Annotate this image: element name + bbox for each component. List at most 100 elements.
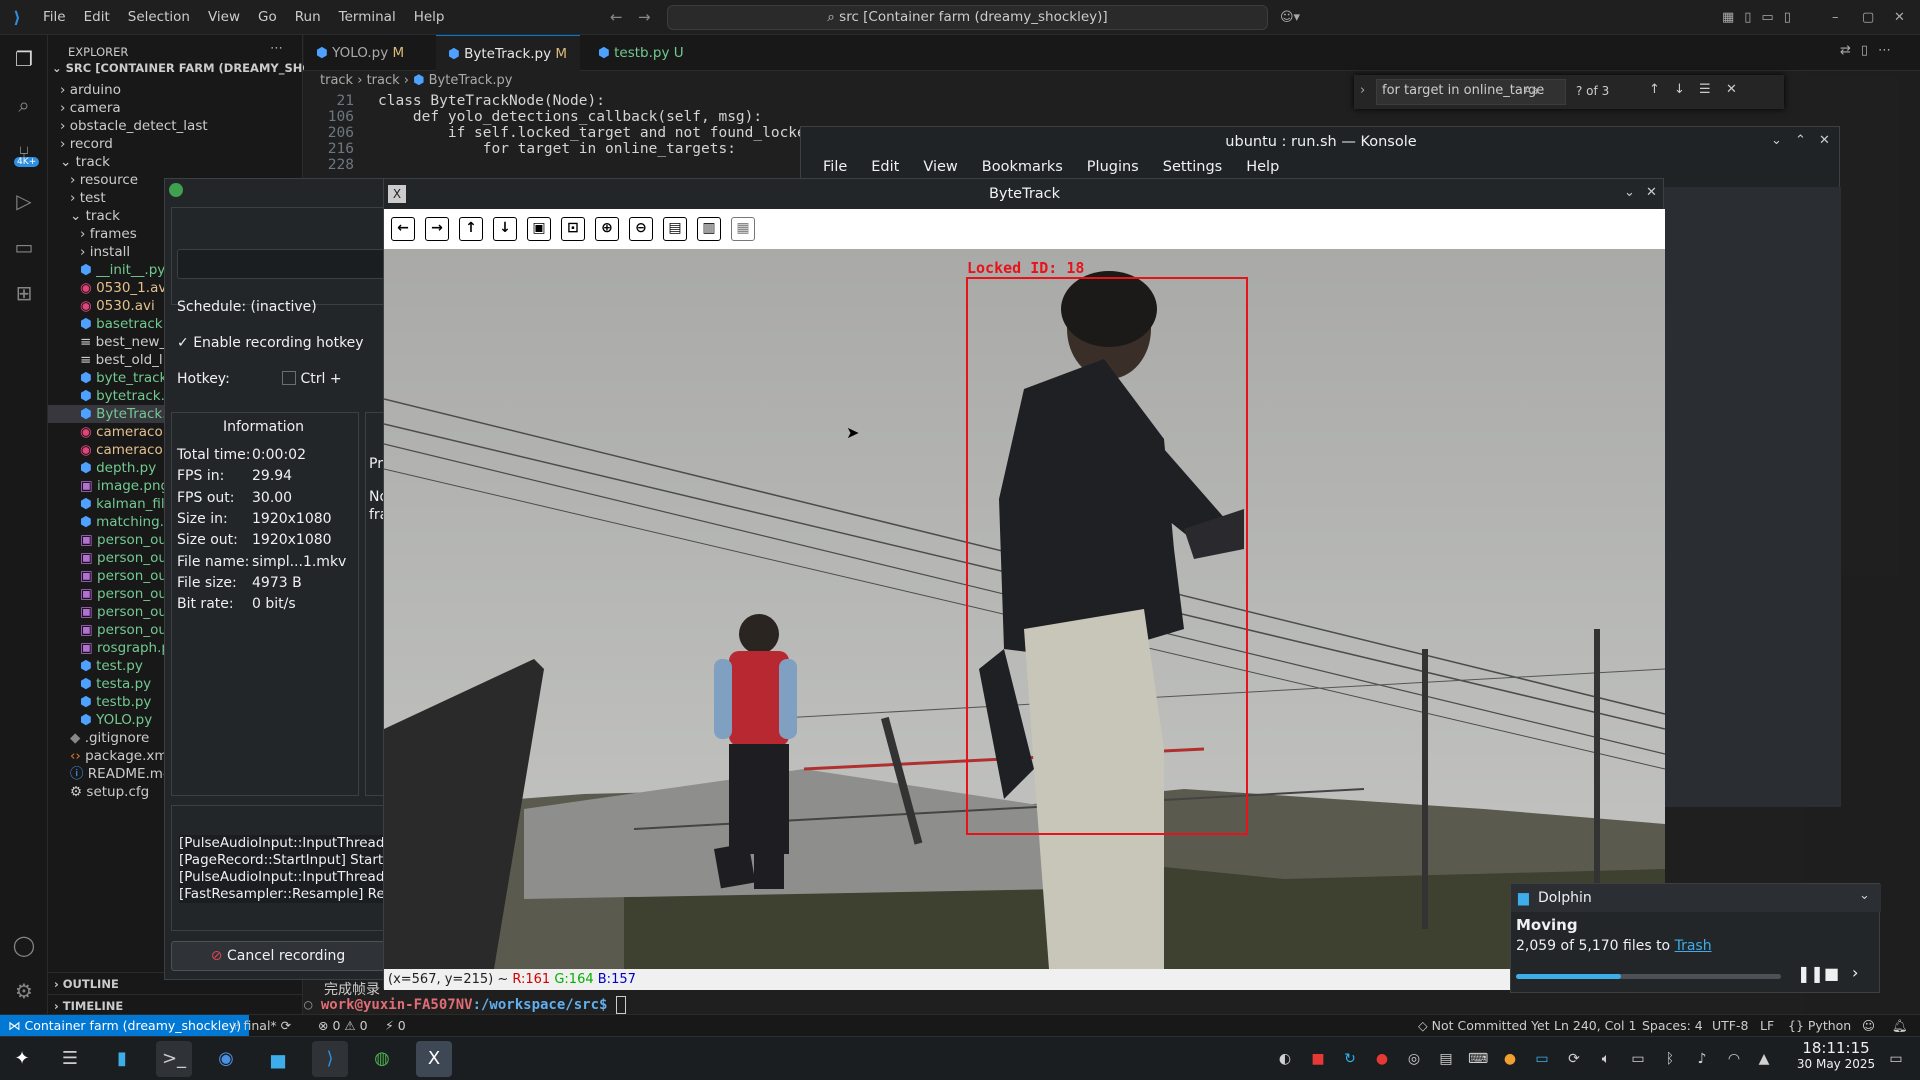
match-case-icon[interactable]: Aa bbox=[1524, 84, 1538, 97]
konsole-menu-help[interactable]: Help bbox=[1234, 159, 1291, 175]
zoom-in-icon[interactable]: ⊕ bbox=[595, 217, 619, 241]
menu-run[interactable]: Run bbox=[286, 9, 330, 25]
konsole-menu-bookmarks[interactable]: Bookmarks bbox=[970, 159, 1075, 175]
details-chevron-icon[interactable]: › bbox=[1852, 963, 1858, 982]
minimize-icon[interactable]: ⌄ bbox=[1771, 133, 1782, 148]
tab-yolo[interactable]: ⬢ YOLO.py M bbox=[304, 35, 432, 71]
tree-item[interactable]: › record bbox=[48, 135, 303, 153]
remote-explorer-icon[interactable]: ▭ bbox=[12, 235, 36, 259]
menu-help[interactable]: Help bbox=[405, 9, 454, 25]
previous-match-icon[interactable]: ↑ bbox=[1649, 82, 1660, 97]
minimize-icon[interactable]: ⌄ bbox=[1624, 185, 1635, 200]
tray-app-icon[interactable]: ◐ bbox=[1275, 1049, 1295, 1069]
settings-gear-icon[interactable]: ⚙ bbox=[12, 979, 36, 1003]
tray-record-icon[interactable]: ● bbox=[1372, 1049, 1392, 1069]
menu-go[interactable]: Go bbox=[249, 9, 286, 25]
account-icon[interactable]: ◯ bbox=[12, 933, 36, 957]
more-actions-icon[interactable]: ⋯ bbox=[270, 41, 283, 56]
run-debug-icon[interactable]: ▷ bbox=[12, 189, 36, 213]
cancel-recording-button[interactable]: ⊘ Cancel recording bbox=[171, 941, 385, 971]
pause-icon[interactable]: ❚❚ bbox=[1797, 964, 1824, 983]
menu-terminal[interactable]: Terminal bbox=[330, 9, 405, 25]
pan-up-icon[interactable]: ↑ bbox=[459, 217, 483, 241]
stop-icon[interactable]: ■ bbox=[1824, 964, 1839, 983]
tab-bytetrack-active[interactable]: ⬢ ByteTrack.py M ✕ bbox=[436, 35, 580, 98]
maximize-icon[interactable]: ▢ bbox=[1862, 10, 1874, 25]
menu-selection[interactable]: Selection bbox=[119, 9, 199, 25]
hotkey-ctrl-checkbox[interactable]: Ctrl + bbox=[282, 371, 342, 387]
problems-indicator[interactable]: ⊗ 0 ⚠ 0 bbox=[318, 1015, 368, 1036]
updates-icon[interactable]: ⟳ bbox=[1564, 1049, 1584, 1069]
zoom-out-icon[interactable]: ⊖ bbox=[629, 217, 653, 241]
menu-edit[interactable]: Edit bbox=[75, 9, 119, 25]
microphone-icon[interactable]: ♪ bbox=[1692, 1049, 1712, 1069]
discover-store-icon[interactable]: ▮ bbox=[104, 1041, 140, 1077]
enable-hotkey-checkbox[interactable]: ✓ Enable recording hotkey bbox=[177, 335, 364, 351]
chevron-right-icon[interactable]: › bbox=[1360, 83, 1365, 98]
branch-indicator[interactable]: ⑂ final* ⟳ bbox=[232, 1015, 291, 1036]
keyboard-icon[interactable]: ⌨ bbox=[1468, 1049, 1488, 1069]
chevron-down-icon[interactable]: ⌄ bbox=[1859, 888, 1870, 903]
tray-expand-icon[interactable]: ▲ bbox=[1754, 1049, 1774, 1069]
minimize-icon[interactable]: – bbox=[1832, 10, 1839, 25]
tree-item[interactable]: ⌄ track bbox=[48, 153, 303, 171]
konsole-menu-view[interactable]: View bbox=[911, 159, 969, 175]
close-icon[interactable]: ✕ bbox=[1819, 133, 1830, 148]
forward-arrow-icon[interactable]: → bbox=[638, 8, 651, 26]
close-icon[interactable]: ✕ bbox=[1894, 10, 1905, 25]
notifications-bell-icon[interactable]: 🔔︎ bbox=[1892, 1015, 1908, 1036]
tree-item[interactable]: › arduino bbox=[48, 81, 303, 99]
clipboard-icon[interactable]: ▤ bbox=[1436, 1049, 1456, 1069]
close-icon[interactable]: ✕ bbox=[1646, 185, 1657, 200]
menu-view[interactable]: View bbox=[199, 9, 249, 25]
x-window-task-icon[interactable]: X bbox=[416, 1041, 452, 1077]
vscode-task-icon[interactable]: ⟩ bbox=[312, 1041, 348, 1077]
camera-frame[interactable]: Locked ID: 18 ➤ bbox=[384, 249, 1665, 969]
bluetooth-icon[interactable]: ᛒ bbox=[1660, 1049, 1680, 1069]
copilot-icon[interactable]: ☺▾ bbox=[1280, 10, 1300, 25]
find-in-selection-icon[interactable]: ☰ bbox=[1699, 82, 1711, 97]
tray-sync-icon[interactable]: ↻ bbox=[1340, 1049, 1360, 1069]
command-center-search[interactable]: ⌕ src [Container farm (dreamy_shockley)] bbox=[667, 5, 1268, 30]
copilot-status-icon[interactable]: ☺ bbox=[1862, 1015, 1875, 1036]
konsole-menu-edit[interactable]: Edit bbox=[859, 159, 911, 175]
pan-down-icon[interactable]: ↓ bbox=[493, 217, 517, 241]
overview-icon[interactable]: ☰ bbox=[52, 1041, 88, 1077]
blame-indicator[interactable]: ◇ Not Committed Yet bbox=[1418, 1015, 1550, 1036]
app-launcher-icon[interactable]: ✦ bbox=[4, 1041, 40, 1077]
editor-actions-icons[interactable]: ⇄▯⋯ bbox=[1840, 43, 1901, 58]
schedule-combo[interactable] bbox=[177, 249, 387, 279]
tree-item[interactable]: › camera bbox=[48, 99, 303, 117]
screen-recorder-task-icon[interactable]: ◍ bbox=[364, 1041, 400, 1077]
tab-testb[interactable]: ⬢ testb.py U bbox=[586, 35, 710, 71]
clock[interactable]: 18:11:15 30 May 2025 bbox=[1788, 1039, 1884, 1071]
timeline-section[interactable]: › TIMELINE bbox=[48, 994, 303, 1016]
workspace-root[interactable]: ⌄ SRC [CONTAINER FARM (DREAMY_SHOCK... bbox=[52, 61, 343, 75]
copy-clipboard-icon[interactable]: ▥ bbox=[697, 217, 721, 241]
konsole-menu-file[interactable]: File bbox=[811, 159, 859, 175]
tray-recorder-icon[interactable]: ■ bbox=[1308, 1049, 1328, 1069]
explorer-icon[interactable]: ❐ bbox=[12, 47, 36, 71]
dolphin-task-icon[interactable]: ▅ bbox=[260, 1041, 296, 1077]
show-desktop-icon[interactable]: ▭ bbox=[1886, 1049, 1906, 1069]
extensions-icon[interactable]: ⊞ bbox=[12, 281, 36, 305]
tree-item[interactable]: › obstacle_detect_last bbox=[48, 117, 303, 135]
close-find-icon[interactable]: ✕ bbox=[1726, 82, 1737, 97]
battery-icon[interactable]: ▭ bbox=[1628, 1049, 1648, 1069]
cursor-position[interactable]: Ln 240, Col 1 bbox=[1554, 1015, 1636, 1036]
maximize-icon[interactable]: ⌃ bbox=[1795, 133, 1806, 148]
layout-icons[interactable]: ▦▯▭▯ bbox=[1722, 10, 1801, 25]
pan-left-icon[interactable]: ← bbox=[391, 217, 415, 241]
save-image-icon[interactable]: ▤ bbox=[663, 217, 687, 241]
properties-icon[interactable]: ▦ bbox=[731, 217, 755, 241]
konsole-menu-plugins[interactable]: Plugins bbox=[1075, 159, 1151, 175]
menu-file[interactable]: File bbox=[34, 9, 75, 25]
back-arrow-icon[interactable]: ← bbox=[610, 8, 623, 26]
chrome-task-icon[interactable]: ◉ bbox=[208, 1041, 244, 1077]
next-match-icon[interactable]: ↓ bbox=[1674, 82, 1685, 97]
pan-right-icon[interactable]: → bbox=[425, 217, 449, 241]
language-mode[interactable]: {} Python bbox=[1788, 1015, 1851, 1036]
konsole-menu-settings[interactable]: Settings bbox=[1151, 159, 1234, 175]
zoom-original-icon[interactable]: ⊡ bbox=[561, 217, 585, 241]
wifi-icon[interactable]: ◠ bbox=[1724, 1049, 1744, 1069]
